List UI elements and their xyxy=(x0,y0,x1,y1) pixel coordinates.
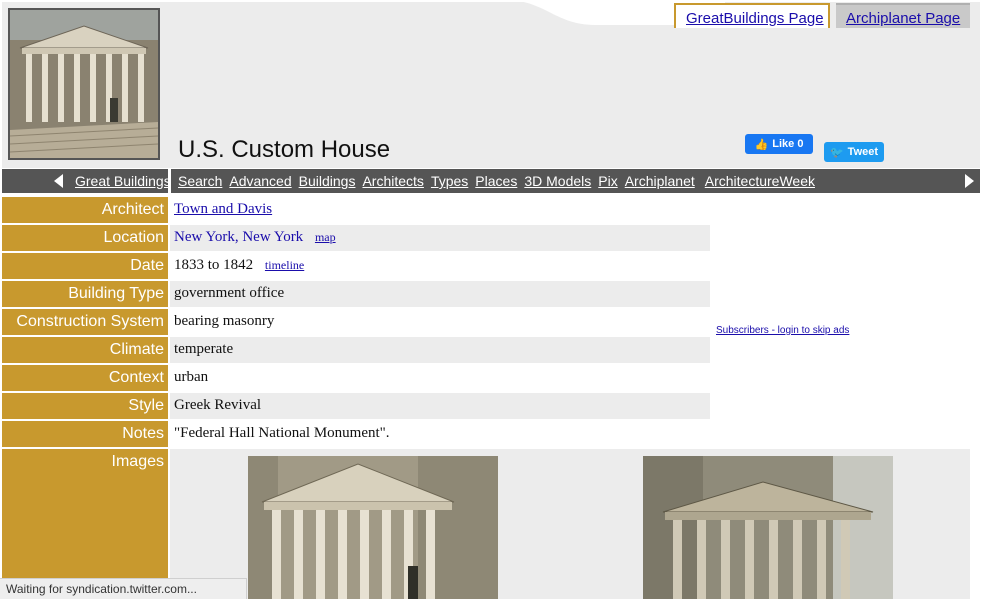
nav-great-buildings-link[interactable]: Great Buildings xyxy=(75,173,171,189)
detail-row-climate: Climate temperate xyxy=(2,337,970,363)
detail-label: Location xyxy=(2,225,168,251)
images-label: Images xyxy=(2,449,168,599)
detail-label: Style xyxy=(2,393,168,419)
detail-row-date: Date 1833 to 1842 timeline xyxy=(2,253,970,279)
detail-row-architect: Architect Town and Davis xyxy=(2,197,970,223)
detail-value: New York, New York map xyxy=(170,225,710,251)
nav-link-buildings[interactable]: Buildings xyxy=(299,173,356,189)
detail-row-notes: Notes "Federal Hall National Monument". xyxy=(2,421,970,447)
building-photo-image xyxy=(643,456,893,599)
nav-link-3d-models[interactable]: 3D Models xyxy=(524,173,591,189)
tweet-button-label: Tweet xyxy=(847,146,879,158)
architect-link[interactable]: Town and Davis xyxy=(174,201,272,217)
images-row: Images xyxy=(2,449,970,599)
images-area xyxy=(170,449,970,599)
nav-links: Search Advanced Buildings Architects Typ… xyxy=(178,173,822,189)
nav-link-places[interactable]: Places xyxy=(475,173,517,189)
date-value: 1833 to 1842 xyxy=(174,257,254,273)
nav-link-archiplanet[interactable]: Archiplanet xyxy=(625,173,695,189)
detail-label: Architect xyxy=(2,197,168,223)
detail-value: urban xyxy=(174,369,209,385)
page-title: U.S. Custom House xyxy=(178,136,391,163)
nav-forward-arrow-icon[interactable] xyxy=(965,174,974,188)
building-thumbnail[interactable] xyxy=(8,8,160,160)
detail-value: "Federal Hall National Monument". xyxy=(174,425,390,441)
building-photo-image xyxy=(248,456,498,599)
detail-label: Context xyxy=(2,365,168,391)
nav-link-pix[interactable]: Pix xyxy=(598,173,617,189)
nav-divider xyxy=(168,169,171,193)
nav-link-architects[interactable]: Architects xyxy=(362,173,423,189)
detail-label: Climate xyxy=(2,337,168,363)
detail-row-building-type: Building Type government office xyxy=(2,281,970,307)
detail-value: Greek Revival xyxy=(170,393,710,419)
detail-value: temperate xyxy=(170,337,710,363)
nav-back-arrow-icon[interactable] xyxy=(54,174,63,188)
subscribers-login-link[interactable]: Subscribers - login to skip ads xyxy=(716,325,849,336)
detail-label: Date xyxy=(2,253,168,279)
nav-link-advanced[interactable]: Advanced xyxy=(229,173,291,189)
detail-value: 1833 to 1842 timeline xyxy=(170,253,710,279)
browser-status-bar: Waiting for syndication.twitter.com... xyxy=(0,578,247,599)
detail-value: bearing masonry xyxy=(174,313,275,329)
facebook-like-button[interactable]: 👍 Like 0 xyxy=(745,134,813,154)
detail-value: Town and Davis xyxy=(170,197,710,223)
like-button-label: Like 0 xyxy=(772,138,804,150)
nav-link-search[interactable]: Search xyxy=(178,173,222,189)
timeline-link[interactable]: timeline xyxy=(265,258,304,272)
tweet-button[interactable]: 🐦 Tweet xyxy=(824,142,884,162)
detail-row-location: Location New York, New York map xyxy=(2,225,970,251)
nav-link-types[interactable]: Types xyxy=(431,173,468,189)
twitter-bird-icon: 🐦 xyxy=(829,146,844,159)
detail-label: Notes xyxy=(2,421,168,447)
navigation-bar: Great Buildings Search Advanced Building… xyxy=(2,169,980,193)
detail-row-context: Context urban xyxy=(2,365,970,391)
detail-row-style: Style Greek Revival xyxy=(2,393,970,419)
building-photo[interactable] xyxy=(248,456,498,599)
detail-label: Building Type xyxy=(2,281,168,307)
map-link[interactable]: map xyxy=(315,230,336,244)
nav-link-architectureweek[interactable]: ArchitectureWeek xyxy=(705,173,815,189)
tab-greatbuildings-page[interactable]: GreatBuildings Page xyxy=(674,3,830,28)
location-link[interactable]: New York, New York xyxy=(174,229,303,245)
detail-label: Construction System xyxy=(2,309,168,335)
building-photo[interactable] xyxy=(643,456,893,599)
building-thumbnail-image xyxy=(10,10,158,158)
detail-value: government office xyxy=(170,281,710,307)
thumbs-up-icon: 👍 xyxy=(754,138,769,151)
tab-archiplanet-page[interactable]: Archiplanet Page xyxy=(836,3,970,28)
